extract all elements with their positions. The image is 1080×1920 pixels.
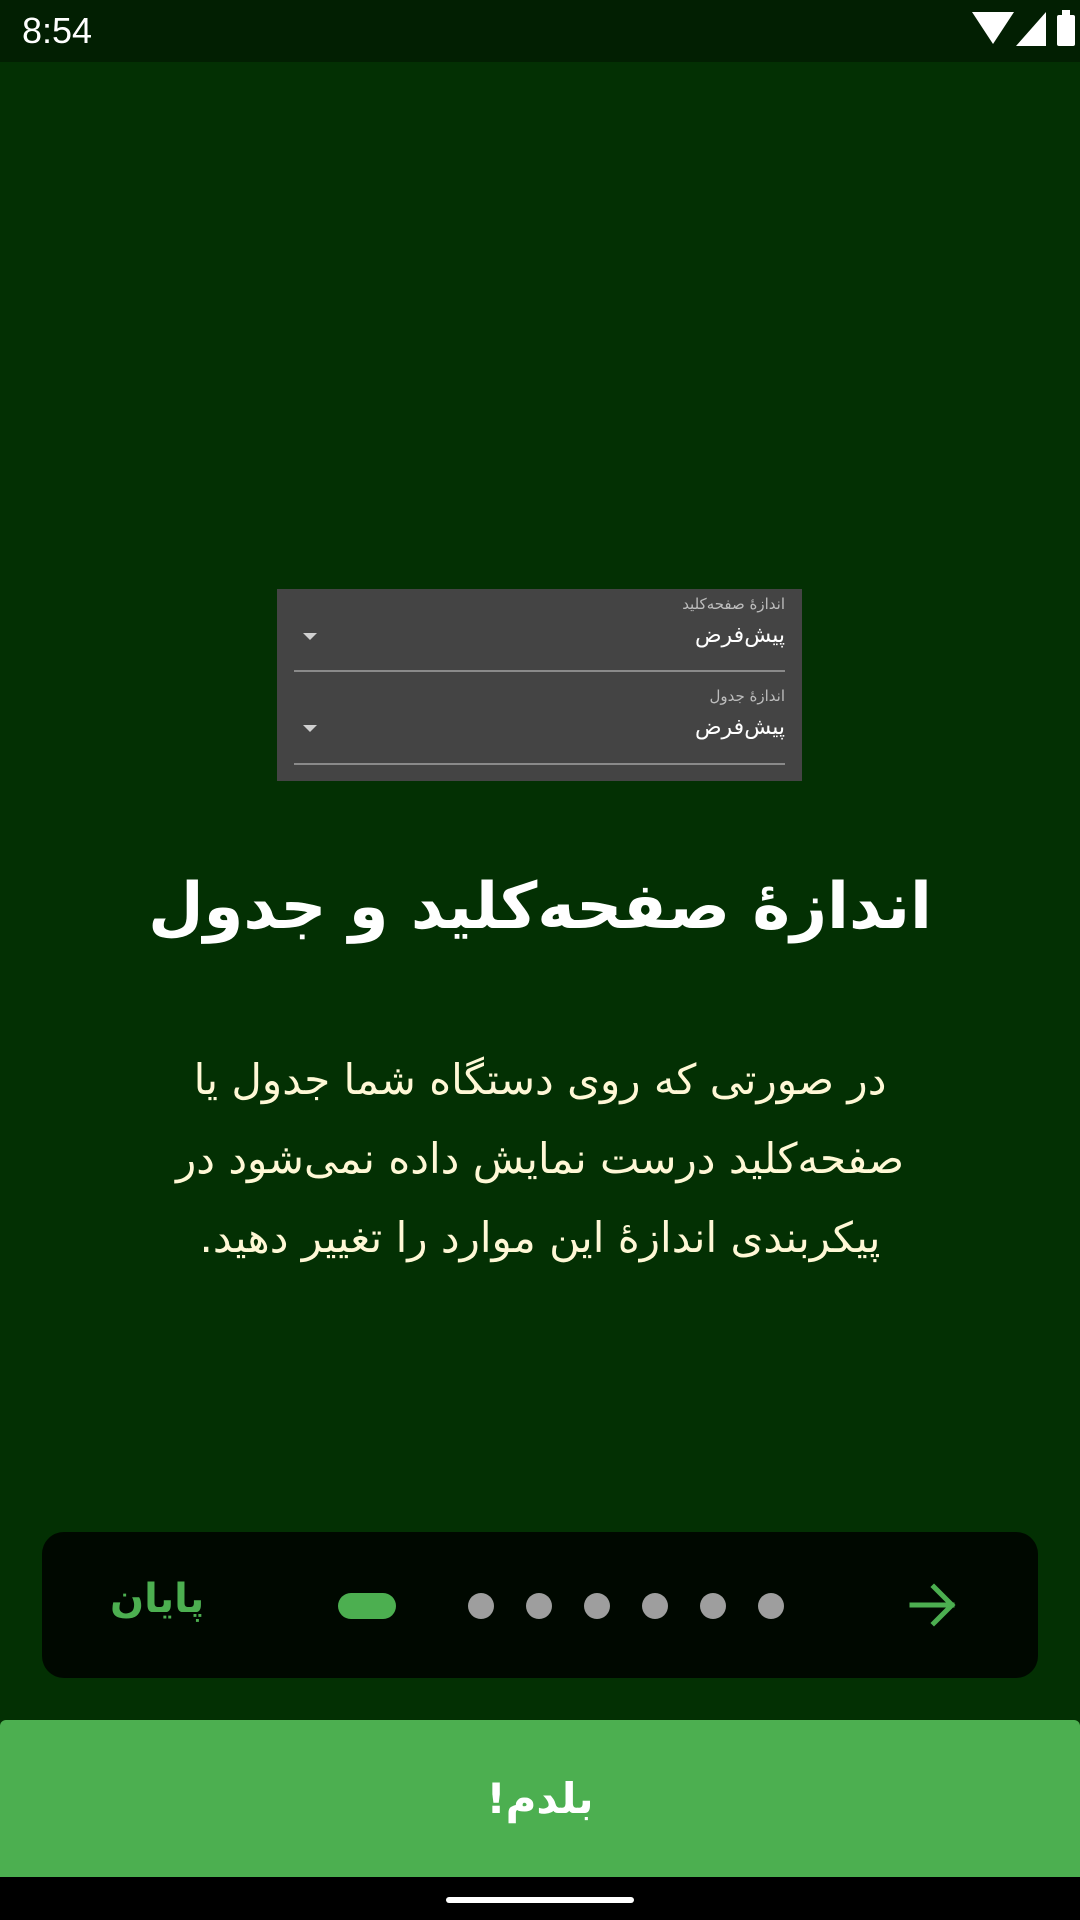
description-line: صفحه‌کلید درست نمایش داده نمی‌شود در bbox=[176, 1134, 904, 1183]
description: در صورتی که روی دستگاه شما جدول یا صفحه‌… bbox=[110, 1040, 970, 1277]
page-indicator bbox=[338, 1593, 788, 1619]
description-line: پیکربندی اندازهٔ این موارد را تغییر دهید… bbox=[199, 1213, 881, 1262]
page-title: اندازهٔ صفحه‌کلید و جدول bbox=[148, 870, 932, 944]
keyboard-size-label: اندازهٔ صفحه‌کلید bbox=[682, 595, 785, 613]
page-dot-active[interactable] bbox=[338, 1593, 396, 1619]
wifi-icon bbox=[972, 12, 1014, 44]
arrow-right-icon[interactable] bbox=[908, 1582, 958, 1628]
page-dot[interactable] bbox=[758, 1593, 784, 1619]
keyboard-size-value: پیش‌فرض bbox=[694, 623, 785, 648]
settings-preview: اندازهٔ صفحه‌کلید پیش‌فرض اندازهٔ جدول پ… bbox=[277, 589, 802, 781]
got-it-button[interactable]: بلدم! bbox=[0, 1720, 1080, 1877]
signal-icon bbox=[1016, 12, 1046, 46]
table-size-label: اندازهٔ جدول bbox=[709, 687, 785, 705]
description-line: در صورتی که روی دستگاه شما جدول یا bbox=[193, 1055, 887, 1104]
finish-button[interactable]: پایان bbox=[110, 1576, 204, 1622]
page-dot[interactable] bbox=[526, 1593, 552, 1619]
table-size-setting: اندازهٔ جدول پیش‌فرض bbox=[294, 681, 785, 765]
keyboard-size-setting: اندازهٔ صفحه‌کلید پیش‌فرض bbox=[294, 589, 785, 672]
page-dot[interactable] bbox=[700, 1593, 726, 1619]
page-dot[interactable] bbox=[642, 1593, 668, 1619]
onboarding-navigation: پایان bbox=[42, 1532, 1038, 1678]
dropdown-arrow-icon bbox=[303, 725, 317, 732]
battery-icon bbox=[1057, 10, 1075, 46]
status-icons bbox=[972, 10, 1075, 46]
status-time: 8:54 bbox=[22, 10, 93, 51]
status-bar: 8:54 bbox=[0, 0, 1080, 62]
home-gesture-handle[interactable] bbox=[446, 1897, 634, 1903]
dropdown-arrow-icon bbox=[303, 633, 317, 640]
table-size-value: پیش‌فرض bbox=[694, 715, 785, 740]
page-dot[interactable] bbox=[468, 1593, 494, 1619]
page-dot[interactable] bbox=[584, 1593, 610, 1619]
